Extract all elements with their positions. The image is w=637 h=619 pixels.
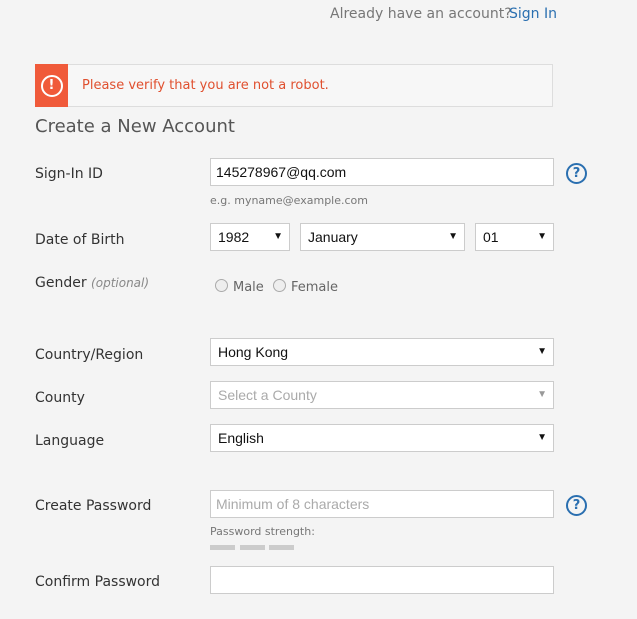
dob-year-select[interactable]: 1982 ▼ [210, 223, 290, 251]
radio-male[interactable] [215, 279, 228, 292]
page-title: Create a New Account [35, 116, 235, 137]
gender-label: Gender (optional) [35, 275, 149, 291]
password-strength-label: Password strength: [210, 525, 315, 538]
strength-bar-2 [240, 545, 265, 550]
signin-id-input[interactable] [210, 158, 554, 186]
dob-month-value: January [308, 229, 358, 245]
signin-id-hint: e.g. myname@example.com [210, 194, 368, 207]
sign-in-link[interactable]: Sign In [509, 6, 557, 22]
gender-label-text: Gender [35, 275, 87, 291]
gender-female-option[interactable]: Female [273, 279, 338, 295]
dob-year-value: 1982 [218, 229, 250, 245]
chevron-down-icon: ▼ [537, 346, 547, 357]
language-value: English [218, 430, 264, 446]
password-label: Create Password [35, 498, 152, 514]
county-label: County [35, 390, 85, 406]
country-value: Hong Kong [218, 344, 289, 360]
gender-female-label: Female [291, 280, 339, 295]
chevron-down-icon: ▼ [448, 231, 458, 242]
country-label: Country/Region [35, 347, 144, 363]
country-select[interactable]: Hong Kong ▼ [210, 338, 554, 366]
dob-month-select[interactable]: January ▼ [300, 223, 465, 251]
error-alert: ! Please verify that you are not a robot… [35, 64, 553, 107]
already-account-text: Already have an account? [330, 6, 512, 22]
language-select[interactable]: English ▼ [210, 424, 554, 452]
gender-male-option[interactable]: Male [215, 279, 264, 295]
radio-female[interactable] [273, 279, 286, 292]
dob-day-value: 01 [483, 229, 499, 245]
chevron-down-icon: ▼ [537, 432, 547, 443]
gender-male-label: Male [233, 280, 264, 295]
chevron-down-icon: ▼ [537, 389, 547, 400]
confirm-password-label: Confirm Password [35, 574, 161, 590]
password-input[interactable] [210, 490, 554, 518]
alert-message: Please verify that you are not a robot. [82, 78, 329, 93]
alert-icon-box: ! [35, 64, 68, 107]
chevron-down-icon: ▼ [273, 231, 283, 242]
signin-id-label: Sign-In ID [35, 166, 103, 182]
gender-optional-text: (optional) [91, 276, 150, 290]
strength-bar-1 [210, 545, 235, 550]
chevron-down-icon: ▼ [537, 231, 547, 242]
dob-label: Date of Birth [35, 232, 125, 248]
county-placeholder: Select a County [218, 387, 317, 403]
dob-day-select[interactable]: 01 ▼ [475, 223, 554, 251]
strength-bar-3 [269, 545, 294, 550]
county-select[interactable]: Select a County ▼ [210, 381, 554, 409]
language-label: Language [35, 433, 105, 449]
signin-id-help-icon[interactable]: ? [566, 163, 587, 184]
exclamation-circle-icon: ! [40, 74, 63, 97]
password-help-icon[interactable]: ? [566, 495, 587, 516]
confirm-password-input[interactable] [210, 566, 554, 594]
